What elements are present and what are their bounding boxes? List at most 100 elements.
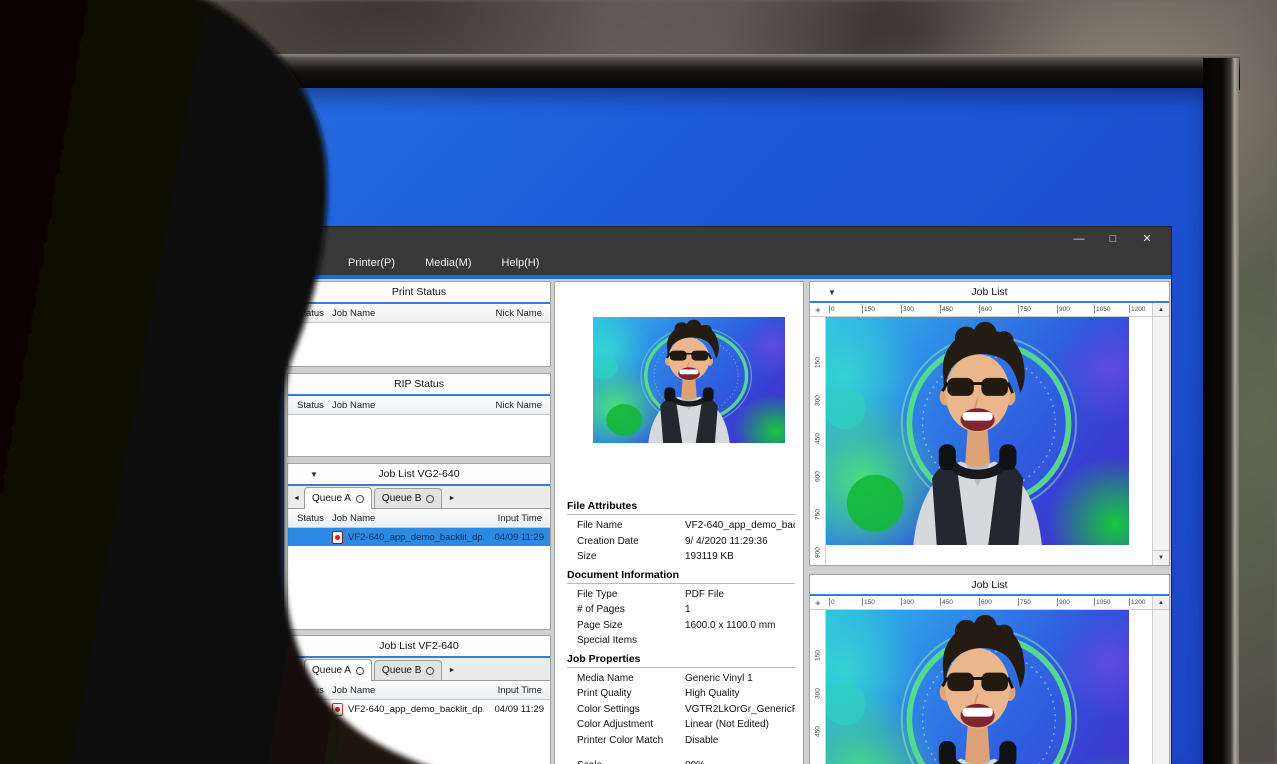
ruler-tick: 150 [864, 599, 875, 606]
job-input-time: 04/09 11:29 [494, 703, 544, 715]
detail-label: # of Pages [577, 604, 625, 616]
scroll-down-icon[interactable]: ▼ [1153, 550, 1169, 565]
tab-queue-a-label: Queue A [312, 493, 351, 504]
column-job-name: Job Name [332, 512, 376, 524]
print-status-list[interactable] [288, 323, 550, 366]
close-button[interactable]: ✕ [1137, 229, 1157, 249]
preview-2-body: 150 300 450 600 750 900 ▼ [810, 610, 1169, 764]
tab-next-icon[interactable]: ► [444, 660, 459, 680]
ruler-tick: 450 [942, 599, 953, 606]
ruler-origin-icon: ◈ [815, 306, 821, 314]
column-status: Status [297, 512, 324, 524]
ruler-tick: 1050 [1096, 599, 1111, 606]
column-job-name: Job Name [332, 684, 376, 696]
detail-label: Media Name [577, 672, 634, 684]
column-status: Status [297, 399, 324, 411]
ruler-tick: 300 [814, 395, 822, 406]
job-list-vg2-columns: Status Job Name Input Time [288, 509, 550, 528]
preview-1-header: ▼ Job List [810, 282, 1169, 303]
detail-value: High Quality [685, 688, 740, 700]
queue-status-icon[interactable] [426, 494, 435, 503]
ruler-tick: 600 [981, 306, 992, 313]
rip-status-list[interactable] [288, 415, 550, 456]
horizontal-ruler: 0 150 300 450 600 750 900 1050 1200 [826, 596, 1152, 609]
job-details: File Attributes File Name VF2-640_app_dem… [567, 496, 795, 764]
preview-1-title: Job List [971, 285, 1008, 298]
job-name: VF2-640_app_demo_backlit_dp... [348, 531, 484, 543]
monitor-bezel-right [1203, 58, 1239, 764]
detail-value: 80% [685, 760, 795, 764]
horizontal-ruler: 0 150 300 450 600 750 900 1050 1200 [826, 303, 1152, 316]
vertical-scrollbar[interactable]: ▼ [1152, 317, 1169, 565]
minimize-button[interactable]: — [1069, 229, 1089, 249]
pdf-icon [332, 702, 343, 716]
detail-label: Color Settings [577, 703, 640, 715]
print-preview-canvas[interactable] [826, 317, 1152, 565]
queue-status-icon[interactable] [355, 494, 364, 503]
detail-value: VGTR2LkOrGr_GenericPVC... [685, 703, 795, 715]
document-information-title: Document Information [567, 569, 795, 584]
ruler-tick: 750 [1020, 306, 1031, 313]
tab-queue-a[interactable]: Queue A [304, 659, 372, 681]
detail-label: File Type [577, 588, 618, 600]
detail-value: Disable [685, 734, 719, 746]
ruler-tick: 1200 [1131, 599, 1146, 606]
queue-status-icon[interactable] [426, 666, 435, 675]
maximize-button[interactable]: □ [1103, 229, 1123, 249]
detail-value: 9/ 4/2020 11:29:36 [685, 535, 768, 547]
print-status-title: Print Status [391, 286, 447, 298]
detail-label: Special Items [577, 635, 638, 647]
column-nick-name: Nick Name [495, 307, 542, 319]
scroll-up-icon[interactable]: ▲ [1152, 596, 1169, 609]
ruler-tick: 450 [814, 726, 822, 737]
job-preview-thumbnail [593, 317, 785, 443]
tab-next-icon[interactable]: ► [444, 488, 459, 508]
job-list-preview-2: Job List ◈ 0 150 300 450 600 750 900 105… [809, 574, 1170, 764]
job-list-vg2-list[interactable]: VF2-640_app_demo_backlit_dp... 04/09 11:… [288, 528, 550, 629]
ruler-tick: 150 [814, 650, 822, 661]
rip-status-title: RIP Status [394, 378, 444, 390]
tab-prev-icon[interactable]: ◄ [289, 660, 304, 680]
detail-label: Page Size [577, 619, 623, 631]
menu-printer[interactable]: Printer(P) [348, 257, 395, 269]
tab-prev-icon[interactable]: ◄ [289, 488, 304, 508]
ruler-tick: 900 [1059, 306, 1070, 313]
window-content: Print Status Status Job Name Nick Name R… [284, 279, 1171, 764]
column-input-time: Input Time [497, 684, 542, 696]
left-panel: Print Status Status Job Name Nick Name R… [287, 281, 551, 764]
rip-status-section: RIP Status Status Job Name Nick Name [287, 373, 551, 457]
tab-queue-b[interactable]: Queue B [373, 660, 443, 680]
print-status-columns: Status Job Name Nick Name [288, 304, 550, 323]
menu-media[interactable]: Media(M) [425, 257, 471, 269]
ruler-tick: 150 [814, 357, 822, 368]
pdf-icon [332, 530, 343, 544]
detail-value: 1 [685, 604, 691, 616]
menu-help[interactable]: Help(H) [502, 257, 540, 269]
collapse-icon[interactable]: ▼ [828, 288, 836, 297]
preview-2-title: Job List [971, 578, 1008, 591]
job-name: VF2-640_app_demo_backlit_dp... [348, 703, 484, 715]
tab-queue-a[interactable]: Queue A [304, 487, 372, 509]
ruler-tick: 150 [864, 306, 875, 313]
monitor-screen: — □ ✕ Printer(P) Media(M) Help(H) Print … [0, 88, 1205, 764]
job-input-time: 04/09 11:29 [494, 531, 544, 543]
scroll-up-icon[interactable]: ▲ [1152, 303, 1169, 316]
print-status-section: Print Status Status Job Name Nick Name [287, 281, 551, 367]
ruler-tick: 300 [903, 599, 914, 606]
job-list-vf2-list[interactable]: VF2-640_app_demo_backlit_dp... 04/09 11:… [288, 700, 550, 764]
detail-value: Generic Vinyl 1 [685, 672, 753, 684]
queue-status-icon[interactable] [355, 666, 364, 675]
vertical-scrollbar[interactable]: ▼ [1152, 610, 1169, 764]
print-preview-canvas[interactable] [826, 610, 1152, 764]
collapse-icon[interactable]: ▼ [310, 470, 318, 479]
rip-status-header: RIP Status [288, 374, 550, 396]
tab-queue-b[interactable]: Queue B [373, 488, 443, 508]
ruler-tick: 300 [814, 688, 822, 699]
vertical-ruler: 150 300 450 600 750 900 [810, 610, 826, 764]
ruler-row: ◈ 0 150 300 450 600 750 900 1050 1200 ▲ [810, 303, 1169, 317]
rip-software-window: — □ ✕ Printer(P) Media(M) Help(H) Print … [283, 226, 1172, 764]
job-row[interactable]: VF2-640_app_demo_backlit_dp... 04/09 11:… [288, 700, 550, 718]
job-list-vg2-header: ▼ Job List VG2-640 [288, 464, 550, 486]
job-row-selected[interactable]: VF2-640_app_demo_backlit_dp... 04/09 11:… [288, 528, 550, 546]
ruler-tick: 450 [942, 306, 953, 313]
